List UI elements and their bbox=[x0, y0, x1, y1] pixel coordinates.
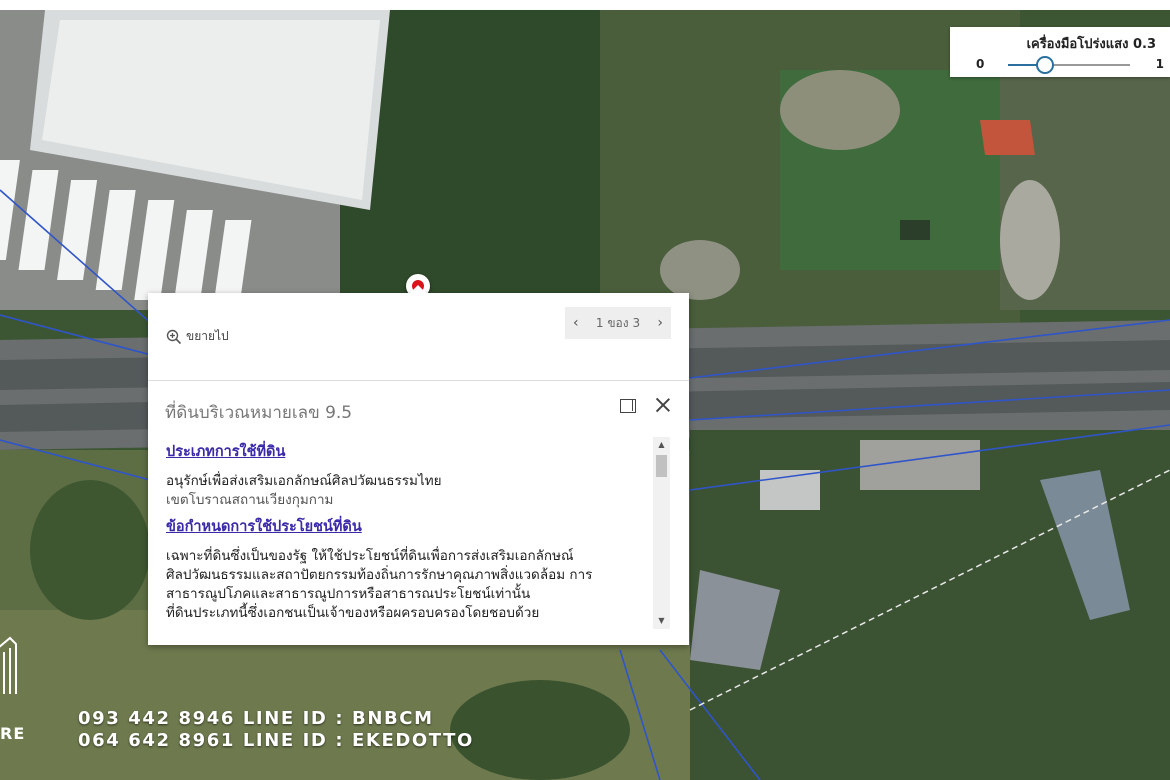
slider-max-label: 1 bbox=[1155, 57, 1164, 71]
previous-feature-icon[interactable]: ‹ bbox=[573, 316, 579, 330]
zoom-to-button[interactable]: ขยายไป bbox=[166, 327, 229, 346]
slider-thumb[interactable] bbox=[1035, 56, 1054, 74]
zoom-to-label: ขยายไป bbox=[186, 329, 229, 343]
scroll-up-icon[interactable]: ▲ bbox=[653, 437, 670, 453]
regulation-line: ศิลปวัฒนธรรมและสถาปัตยกรรมท้องถิ่นการรัก… bbox=[166, 567, 593, 583]
feature-popup: ขยายไป ‹ 1 ของ 3 › ที่ดินบริเวณหมายเลข 9… bbox=[148, 285, 689, 645]
regulation-line: ที่ดินประเภทนี้ซึ่งเอกชนเป็นเจ้าของหรือผ… bbox=[166, 605, 540, 621]
popup-title: ที่ดินบริเวณหมายเลข 9.5 bbox=[165, 403, 353, 423]
logo-text: RE bbox=[0, 724, 26, 743]
feature-pager: ‹ 1 ของ 3 › bbox=[565, 307, 671, 339]
land-use-type-zone: เขตโบราณสถานเวียงกุมกาม bbox=[166, 492, 334, 508]
contact-watermark: 093 442 8946 LINE ID : BNBCM 064 642 896… bbox=[78, 708, 474, 752]
popup-header: ที่ดินบริเวณหมายเลข 9.5 bbox=[148, 381, 689, 429]
land-use-regulation-link[interactable]: ข้อกำหนดการใช้ประโยชน์ที่ดิน bbox=[166, 518, 644, 537]
dock-icon[interactable] bbox=[620, 399, 636, 413]
slider-title: เครื่องมือโปร่งแสง 0.3 bbox=[1026, 37, 1156, 52]
pager-text: 1 ของ 3 bbox=[595, 315, 641, 330]
regulation-line: สาธารณูปโภคและสาธารณูปการหรือสาธารณประโย… bbox=[166, 586, 531, 602]
scroll-down-icon[interactable]: ▼ bbox=[653, 613, 670, 629]
popup-scrollbar[interactable]: ▲ ▼ bbox=[653, 437, 670, 629]
slider-min-label: 0 bbox=[976, 57, 985, 71]
land-use-type-value: อนุรักษ์เพื่อส่งเสริมเอกลักษณ์ศิลปวัฒนธร… bbox=[166, 473, 442, 489]
next-feature-icon[interactable]: › bbox=[657, 316, 663, 330]
popup-toolbar: ขยายไป ‹ 1 ของ 3 › bbox=[148, 293, 689, 381]
close-icon[interactable] bbox=[653, 395, 673, 415]
transparency-slider[interactable] bbox=[1008, 56, 1130, 74]
contact-line-2: 064 642 8961 LINE ID : EKEDOTTO bbox=[78, 730, 474, 751]
building-logo-icon bbox=[0, 636, 17, 694]
watermark-logo: RE bbox=[0, 632, 24, 752]
regulation-line: เฉพาะที่ดินซึ่งเป็นของรัฐ ให้ใช้ประโยชน์… bbox=[166, 548, 574, 564]
zoom-in-icon bbox=[166, 329, 182, 344]
scroll-thumb[interactable] bbox=[656, 455, 667, 477]
popup-content[interactable]: ประเภทการใช้ที่ดิน อนุรักษ์เพื่อส่งเสริม… bbox=[148, 437, 689, 633]
contact-line-1: 093 442 8946 LINE ID : BNBCM bbox=[78, 708, 434, 729]
transparency-slider-panel: เครื่องมือโปร่งแสง 0.3 0 1 bbox=[950, 27, 1170, 77]
land-use-type-link[interactable]: ประเภทการใช้ที่ดิน bbox=[166, 443, 644, 462]
